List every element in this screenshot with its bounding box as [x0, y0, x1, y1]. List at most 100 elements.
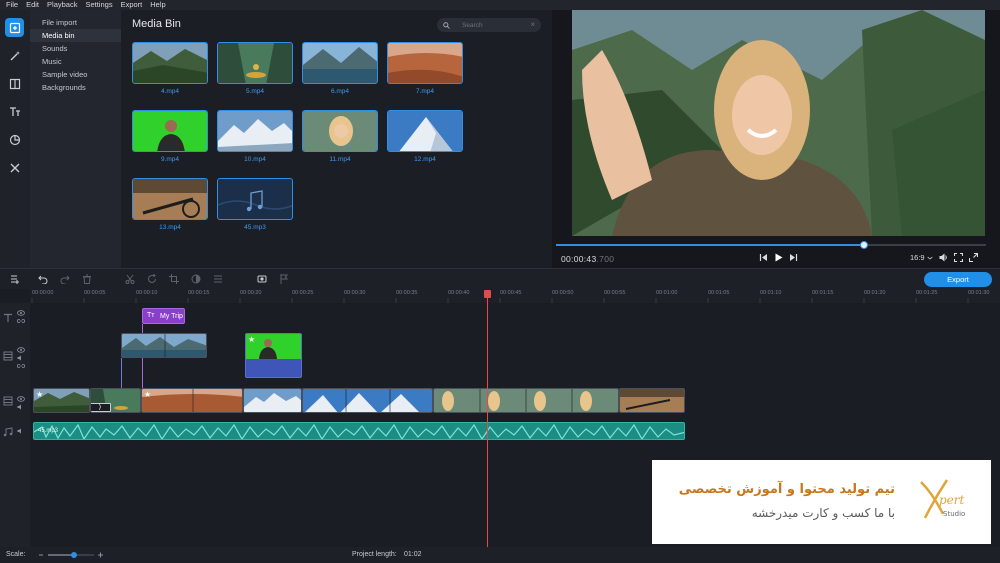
eye-icon[interactable] [17, 346, 25, 353]
titles-tool-button[interactable] [5, 102, 24, 121]
side-item-media-bin[interactable]: Media bin [30, 29, 121, 42]
stickers-icon [9, 134, 20, 145]
redo-button[interactable] [60, 274, 70, 285]
media-thumb-6[interactable] [302, 42, 378, 84]
media-thumb-7[interactable] [387, 42, 463, 84]
ruler-tick: 00:00:20 [240, 290, 262, 296]
watermark-line1: تیم تولید محتوا و آموزش تخصصی [678, 482, 895, 497]
media-label: 45.mp3 [244, 224, 266, 231]
flag-icon [280, 274, 288, 284]
preview-right-controls: 16:9 [910, 253, 978, 262]
title-clip[interactable]: Tт My Trip [142, 308, 185, 324]
media-label: 11.mp4 [329, 156, 351, 163]
filters-tool-button[interactable] [5, 46, 24, 65]
play-icon[interactable] [774, 253, 783, 262]
ruler-tick: 00:00:35 [396, 290, 418, 296]
video-clip-desert[interactable]: ★ [141, 388, 243, 413]
seek-bar-progress[interactable] [556, 244, 864, 246]
side-item-sample-video[interactable]: Sample video [30, 68, 121, 81]
side-item-file-import[interactable]: File import [30, 16, 121, 29]
export-button[interactable]: Export [924, 272, 992, 287]
eye-icon[interactable] [17, 395, 25, 402]
zoom-slider[interactable] [38, 551, 104, 559]
volume-icon[interactable] [17, 354, 25, 361]
import-tool-button[interactable] [5, 18, 24, 37]
menu-settings[interactable]: Settings [85, 0, 112, 10]
side-item-sounds[interactable]: Sounds [30, 42, 121, 55]
media-thumb-45[interactable] [217, 178, 293, 220]
transitions-tool-button[interactable] [5, 74, 24, 93]
menu-help[interactable]: Help [150, 0, 165, 10]
media-thumb-10[interactable] [217, 110, 293, 152]
video-clip-snowy-peaks[interactable] [243, 388, 302, 413]
playhead-line[interactable] [487, 294, 488, 547]
media-thumb-9[interactable] [132, 110, 208, 152]
seek-handle[interactable] [860, 241, 868, 249]
previous-frame-icon[interactable] [759, 253, 768, 262]
audio-clip[interactable]: 45.mp3 [33, 422, 685, 440]
menu-export[interactable]: Export [121, 0, 143, 10]
clip-properties-button[interactable] [213, 274, 223, 284]
video-clip-forest[interactable]: ★ [33, 388, 90, 413]
marker-button[interactable] [279, 274, 289, 284]
overlay-clip-mountain-lake[interactable] [121, 333, 207, 358]
aspect-ratio-select[interactable]: 16:9 [910, 253, 925, 262]
media-label: 5.mp4 [245, 88, 265, 95]
next-frame-icon[interactable] [789, 253, 798, 262]
titles-icon [9, 106, 20, 116]
preview-video[interactable] [572, 10, 985, 236]
media-thumb-11[interactable] [302, 110, 378, 152]
record-icon [257, 275, 267, 283]
eye-icon[interactable] [17, 309, 25, 316]
media-thumb-4[interactable] [132, 42, 208, 84]
undo-button[interactable] [38, 274, 48, 285]
media-thumb-12[interactable] [387, 110, 463, 152]
crop-button[interactable] [169, 274, 179, 284]
volume-icon[interactable] [939, 253, 948, 262]
seek-bar-track[interactable] [864, 244, 986, 246]
scale-label: Scale: [6, 551, 26, 558]
clear-search-icon[interactable]: × [530, 20, 535, 29]
fullscreen-icon[interactable] [968, 253, 978, 262]
link-icon[interactable] [16, 317, 26, 323]
stickers-tool-button[interactable] [5, 130, 24, 149]
delete-button[interactable] [82, 274, 92, 284]
volume-icon[interactable] [17, 403, 25, 410]
menu-bar: File Edit Playback Settings Export Help [0, 0, 1000, 10]
media-thumb-13[interactable] [132, 178, 208, 220]
video-clip-kayak[interactable]: ⟩ [90, 388, 141, 413]
media-thumb-5[interactable] [217, 42, 293, 84]
split-button[interactable] [125, 274, 135, 284]
ruler-tick: 00:00:05 [84, 290, 106, 296]
link-icon[interactable] [16, 362, 26, 368]
side-item-backgrounds[interactable]: Backgrounds [30, 81, 121, 94]
rotate-button[interactable] [147, 273, 157, 284]
menu-file[interactable]: File [6, 0, 18, 10]
star-icon: ★ [248, 335, 256, 344]
volume-icon[interactable] [17, 427, 25, 434]
overlay-link-line [121, 358, 122, 388]
rotate-icon [148, 273, 156, 283]
fit-screen-icon[interactable] [953, 253, 963, 262]
record-button[interactable] [257, 274, 267, 284]
color-adjust-button[interactable] [191, 274, 201, 284]
timeline-ruler[interactable]: 00:00:00 00:00:05 00:00:10 00:00:15 00:0… [30, 289, 1000, 303]
overlay-clip-green-screen[interactable]: ★ [245, 333, 302, 378]
add-track-icon [11, 275, 19, 284]
media-label: 10.mp4 [244, 156, 266, 163]
menu-playback[interactable]: Playback [47, 0, 77, 10]
title-clip-label: My Trip [160, 313, 183, 320]
video-clip-snow-peak-blue[interactable] [302, 388, 433, 413]
transition-icon[interactable]: ⟩ [91, 403, 111, 412]
ruler-tick: 00:00:00 [32, 290, 54, 296]
add-track-button[interactable] [10, 274, 20, 284]
video-clip-selfie[interactable] [433, 388, 619, 413]
media-bin-panel: Media Bin Search × 4.mp4 5.mp4 6.mp4 7.m… [121, 10, 552, 268]
chevron-down-icon[interactable] [927, 255, 933, 261]
watermark-line2: با ما کسب و کارت میدرخشه [751, 506, 895, 520]
video-clip-bike[interactable] [619, 388, 685, 413]
side-item-music[interactable]: Music [30, 55, 121, 68]
menu-edit[interactable]: Edit [26, 0, 39, 10]
search-input[interactable]: Search × [437, 18, 541, 32]
more-tools-button[interactable] [5, 158, 24, 177]
